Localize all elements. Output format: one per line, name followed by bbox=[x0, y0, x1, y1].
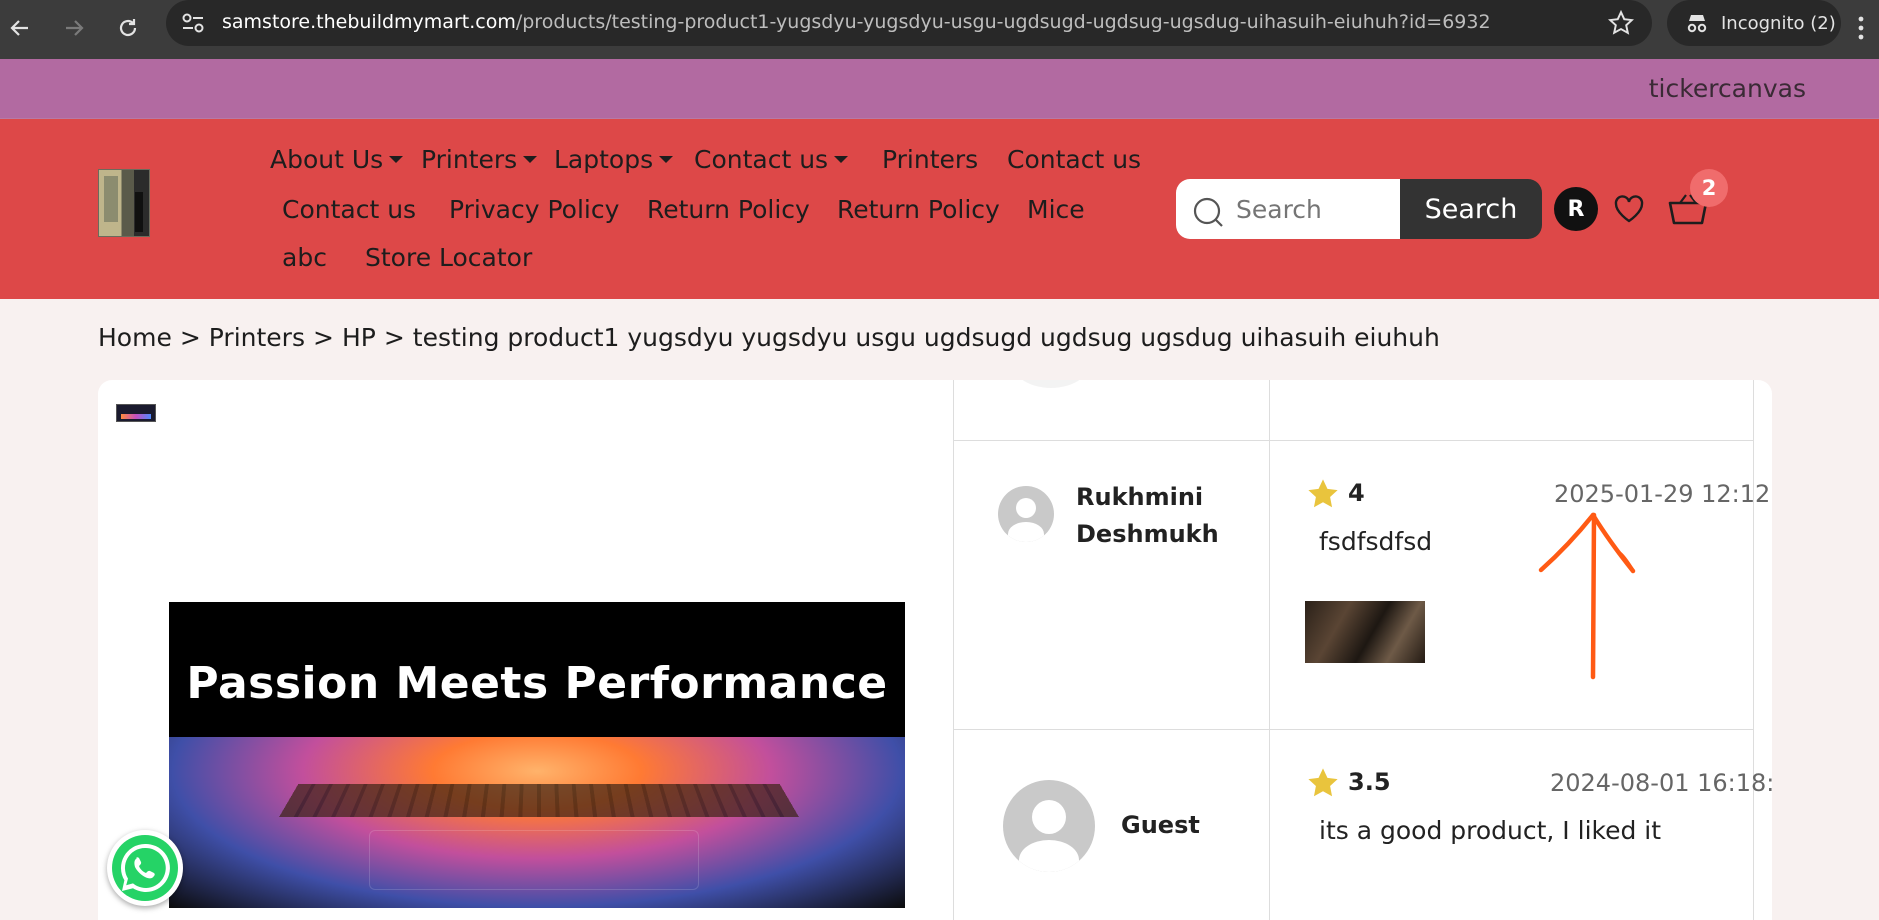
menu-contact-us-2[interactable]: Contact us bbox=[282, 195, 416, 224]
star-icon bbox=[1306, 478, 1340, 514]
search-input[interactable] bbox=[1236, 193, 1386, 225]
table-border bbox=[1753, 380, 1754, 920]
breadcrumb-current: testing product1 yugsdyu yugsdyu usgu ug… bbox=[412, 323, 1440, 352]
incognito-label: Incognito (2) bbox=[1721, 12, 1836, 34]
site-header: About Us Printers Laptops Contact us Pri… bbox=[0, 119, 1879, 299]
incognito-icon bbox=[1687, 15, 1707, 33]
promo-title: Passion Meets Performance bbox=[186, 658, 888, 709]
url-text[interactable]: samstore.thebuildmymart.com/products/tes… bbox=[222, 11, 1491, 33]
menu-contact-dropdown[interactable]: Contact us bbox=[694, 145, 849, 174]
search-box bbox=[1176, 179, 1400, 239]
menu-mice[interactable]: Mice bbox=[1027, 195, 1085, 224]
breadcrumb-hp[interactable]: HP bbox=[342, 323, 376, 352]
table-row-divider bbox=[953, 440, 1754, 441]
bookmark-star-icon[interactable] bbox=[1607, 9, 1635, 40]
browser-menu-icon[interactable] bbox=[1858, 14, 1864, 42]
review-date: 2025-01-29 12:12:55 bbox=[1554, 480, 1772, 508]
url-host: samstore.thebuildmymart.com bbox=[222, 11, 516, 33]
reviewer-name: Guest bbox=[1121, 807, 1200, 844]
review-rating: 3.5 bbox=[1348, 768, 1391, 796]
back-icon[interactable] bbox=[2, 10, 38, 46]
reviewer-name-line: Rukhmini bbox=[1076, 483, 1204, 511]
user-avatar-button[interactable]: R bbox=[1554, 187, 1598, 231]
menu-printers-dropdown[interactable]: Printers bbox=[421, 145, 538, 174]
menu-label: Laptops bbox=[554, 145, 654, 174]
table-border bbox=[953, 380, 954, 920]
annotation-arrow-icon bbox=[1538, 512, 1636, 680]
site-logo[interactable] bbox=[98, 169, 150, 237]
menu-abc[interactable]: abc bbox=[282, 243, 327, 272]
whatsapp-button[interactable] bbox=[107, 830, 183, 906]
keyboard-graphic bbox=[279, 784, 799, 818]
ticker-text: tickercanvas bbox=[1648, 74, 1806, 103]
chevron-down-icon bbox=[523, 156, 538, 163]
menu-return-policy[interactable]: Return Policy bbox=[647, 195, 810, 224]
forward-icon[interactable] bbox=[56, 10, 92, 46]
table-border bbox=[1269, 380, 1270, 920]
ticker-bar: tickercanvas bbox=[0, 59, 1879, 119]
breadcrumb-home[interactable]: Home bbox=[98, 323, 172, 352]
menu-store-locator[interactable]: Store Locator bbox=[365, 243, 532, 272]
menu-label: Printers bbox=[882, 145, 979, 174]
url-path: /products/testing-product1-yugsdyu-yugsd… bbox=[515, 11, 1491, 33]
review-rating: 4 bbox=[1348, 479, 1365, 507]
chevron-down-icon bbox=[834, 156, 849, 163]
reload-icon[interactable] bbox=[110, 10, 146, 46]
chevron-down-icon bbox=[659, 156, 674, 163]
menu-printers[interactable]: Printers bbox=[882, 145, 978, 174]
address-bar[interactable]: samstore.thebuildmymart.com/products/tes… bbox=[166, 0, 1652, 46]
menu-laptops[interactable]: Laptops bbox=[554, 145, 674, 174]
review-text: its a good product, I liked it bbox=[1319, 816, 1662, 845]
cart-count-badge: 2 bbox=[1690, 169, 1728, 207]
reviewer-name-line: Deshmukh bbox=[1076, 520, 1219, 548]
menu-label: About Us bbox=[270, 145, 384, 174]
product-image[interactable]: Passion Meets Performance bbox=[169, 602, 905, 908]
whatsapp-icon bbox=[112, 835, 178, 901]
reviewer-name-line: Guest bbox=[1121, 811, 1200, 839]
search-icon bbox=[1192, 196, 1226, 234]
menu-about-us[interactable]: About Us bbox=[270, 145, 404, 174]
wishlist-heart-icon[interactable] bbox=[1613, 194, 1645, 228]
review-image[interactable] bbox=[1305, 601, 1425, 663]
product-card: Passion Meets Performance Rukhmini Deshm… bbox=[98, 380, 1772, 920]
menu-return-policy-2[interactable]: Return Policy bbox=[837, 195, 1000, 224]
reviewer-name: Rukhmini Deshmukh bbox=[1076, 479, 1219, 553]
product-thumbnail[interactable] bbox=[116, 404, 156, 422]
menu-privacy-policy[interactable]: Privacy Policy bbox=[449, 195, 619, 224]
avatar-partial bbox=[1013, 380, 1089, 388]
menu-label: Contact us bbox=[694, 145, 829, 174]
search-form: Search bbox=[1176, 179, 1542, 239]
review-text: fsdfsdfsd bbox=[1319, 527, 1433, 556]
search-button[interactable]: Search bbox=[1400, 179, 1542, 239]
browser-toolbar: samstore.thebuildmymart.com/products/tes… bbox=[0, 0, 1879, 59]
trackpad-graphic bbox=[369, 830, 699, 890]
site-info-icon[interactable] bbox=[180, 11, 206, 39]
incognito-indicator[interactable]: Incognito (2) bbox=[1667, 0, 1841, 46]
breadcrumb-separator: > bbox=[312, 323, 334, 352]
breadcrumb-printers[interactable]: Printers bbox=[209, 323, 305, 352]
reviewer-avatar bbox=[998, 486, 1054, 542]
breadcrumb-separator: > bbox=[383, 323, 405, 352]
menu-contact-us[interactable]: Contact us bbox=[1007, 145, 1141, 174]
table-row-divider bbox=[953, 729, 1754, 730]
menu-label: Printers bbox=[421, 145, 518, 174]
star-icon bbox=[1306, 767, 1340, 803]
reviewer-avatar bbox=[1003, 780, 1095, 872]
breadcrumb: Home > Printers > HP > testing product1 yugsdy… bbox=[98, 323, 1440, 352]
chevron-down-icon bbox=[389, 156, 404, 163]
menu-label: Contact us bbox=[1007, 145, 1142, 174]
breadcrumb-separator: > bbox=[179, 323, 201, 352]
review-date: 2024-08-01 16:18:40 bbox=[1550, 769, 1772, 797]
